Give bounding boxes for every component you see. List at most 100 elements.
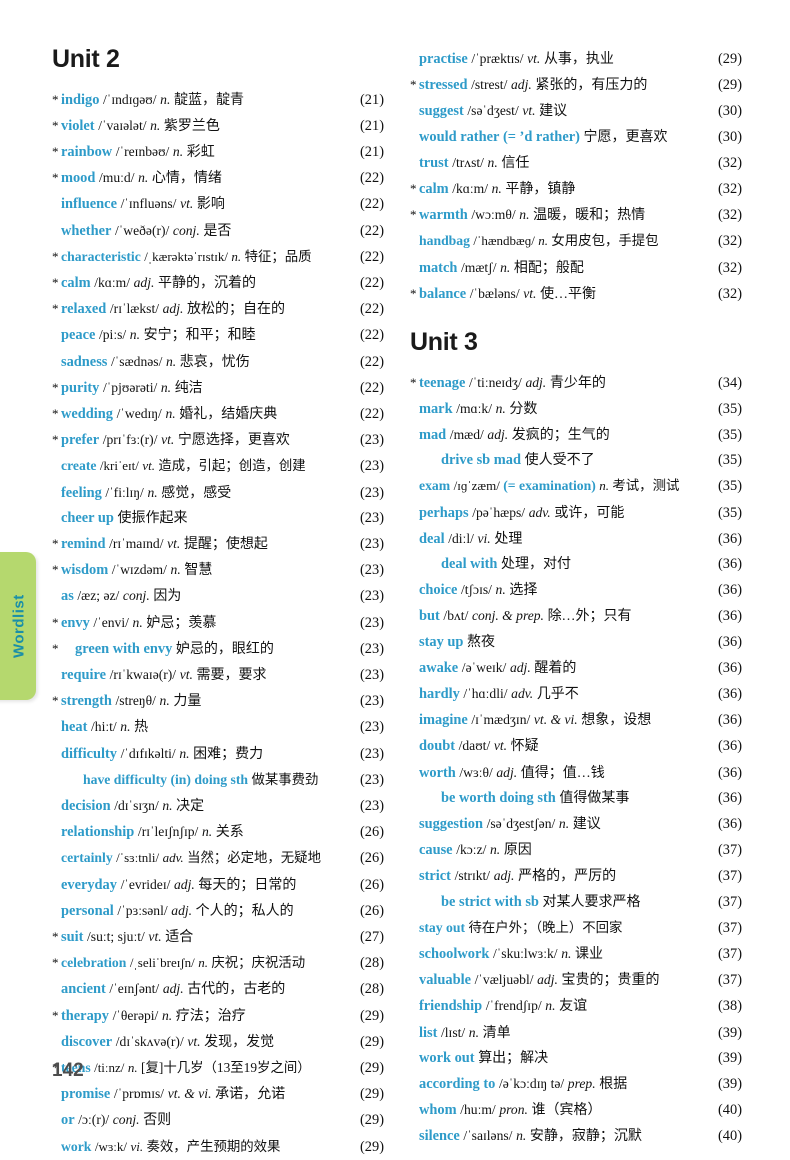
headword: personal (61, 902, 114, 919)
page-reference: (34) (718, 374, 742, 391)
wordlist-entry: * balance /ˈbæləns/ vt. 使…平衡 (32) (410, 281, 742, 307)
part-of-speech: n. (162, 797, 173, 813)
part-of-speech: vt. (523, 285, 537, 301)
entry-body: balance /ˈbæləns/ vt. 使…平衡 (419, 281, 713, 307)
chinese-gloss: 根据 (599, 1077, 628, 1093)
new-word-star: * (52, 535, 59, 551)
phonetic-transcription: /ˈenvi/ (93, 614, 129, 630)
part-of-speech: n. (165, 405, 176, 421)
wordlist-entry: * rainbow /ˈreɪnbəʊ/ n. 彩虹 (21) (52, 139, 384, 165)
headword: promise (61, 1086, 111, 1103)
phonetic-transcription: /wɜːk/ (94, 1138, 128, 1154)
part-of-speech: conj. & prep. (471, 608, 544, 624)
left-column: Unit 2 * indigo /ˈɪndɪɡəʊ/ n. 靛蓝，靛青 (21) * v… (52, 45, 384, 1160)
page-number: 142 (52, 1060, 84, 1081)
chinese-gloss: [复]十几岁（13至19岁之间） (141, 1060, 311, 1076)
headword: deal with (441, 555, 498, 572)
wordlist-entry: feeling /ˈfiːlɪŋ/ n. 感觉，感受 (23) (52, 480, 384, 506)
page-reference: (32) (718, 259, 742, 276)
page-reference: (38) (718, 998, 742, 1015)
wordlist-entry: * indigo /ˈɪndɪɡəʊ/ n. 靛蓝，靛青 (21) (52, 87, 384, 113)
entry-body: exam /ɪɡˈzæm/ (= examination) n. 考试，测试 (419, 473, 713, 498)
entry-body: according to /əˈkɔːdɪŋ tə/ prep. 根据 (419, 1071, 713, 1097)
entry-body: choice /tʃɔɪs/ n. 选择 (419, 577, 713, 603)
chinese-gloss: 相配；般配 (513, 260, 584, 276)
chinese-gloss: 使振作起来 (117, 510, 188, 526)
chinese-gloss: 妒忌的，眼红的 (175, 641, 274, 657)
entry-body: practise /ˈpræktɪs/ vt. 从事，执业 (419, 46, 713, 72)
page-reference: (26) (360, 824, 384, 841)
chinese-gloss: 靛蓝，靛青 (173, 92, 244, 108)
page-reference: (30) (718, 103, 742, 120)
headword: influence (61, 196, 117, 213)
part-of-speech: n. (490, 842, 501, 858)
new-word-star: * (52, 379, 59, 395)
phonetic-transcription: /ˈsædnəs/ (111, 353, 163, 369)
part-of-speech: n. (500, 259, 511, 275)
part-of-speech: adj. (487, 426, 509, 442)
chinese-gloss: 决定 (176, 798, 205, 814)
headword: doubt (419, 738, 455, 755)
phonetic-transcription: /ˈpɜːsənl/ (117, 902, 168, 918)
page-reference: (27) (360, 929, 384, 945)
page-reference: (29) (360, 1086, 384, 1103)
part-of-speech: vt. & vi. (533, 712, 578, 728)
phonetic-transcription: /ˈfiːlɪŋ/ (105, 484, 144, 500)
headword: imagine (419, 712, 468, 729)
right-entry-list-unit2: practise /ˈpræktɪs/ vt. 从事，执业 (29) * stress… (410, 46, 742, 307)
headword: suit (61, 929, 84, 945)
headword: heat (61, 719, 88, 736)
chinese-gloss: 友谊 (559, 999, 588, 1015)
wordlist-entry: * wedding /ˈwedɪŋ/ n. 婚礼，结婚庆典 (22) (52, 401, 384, 427)
chinese-gloss: 安静，寂静；沉默 (529, 1129, 642, 1145)
phonetic-transcription: /ˈhændbæɡ/ (473, 233, 535, 249)
page-reference: (22) (360, 379, 384, 396)
section-tab-wordlist: Wordlist (0, 552, 36, 700)
entry-body: be worth doing sth 值得做某事 (419, 786, 713, 811)
part-of-speech: n. (138, 170, 149, 186)
headword: but (419, 608, 440, 625)
entry-body: indigo /ˈɪndɪɡəʊ/ n. 靛蓝，靛青 (61, 87, 355, 113)
chinese-gloss: 想象，设想 (581, 713, 652, 729)
phonetic-transcription: /tiːnz/ (94, 1060, 125, 1076)
unit-heading-left: Unit 2 (52, 45, 120, 73)
chinese-gloss: 谁（宾格） (531, 1103, 602, 1119)
entry-body: as /æz; əz/ conj. 因为 (61, 583, 355, 609)
chinese-gloss: 从事，执业 (543, 52, 614, 67)
wordlist-entry: * relaxed /rɪˈlækst/ adj. 放松的；自在的 (22) (52, 296, 384, 322)
wordlist-entry: trust /trʌst/ n. 信任 (32) (410, 150, 742, 176)
page-reference: (26) (360, 876, 384, 893)
new-word-star: * (52, 405, 59, 421)
entry-body: awake /əˈweɪk/ adj. 醒着的 (419, 655, 713, 681)
chinese-gloss: 对某人要求严格 (542, 894, 641, 910)
page-reference: (36) (718, 659, 742, 676)
phonetic-transcription: /ˈsɜːtnli/ (116, 850, 160, 866)
page-reference: (36) (718, 608, 742, 625)
phonetic-transcription: /dɪˈskʌvə(r)/ (115, 1033, 184, 1049)
entry-body: green with envy 妒忌的，眼红的 (61, 637, 355, 662)
entry-body: peace /piːs/ n. 安宁；和平；和睦 (61, 322, 355, 348)
page-reference: (30) (718, 128, 742, 145)
entry-body: deal with 处理，对付 (419, 552, 713, 577)
phonetic-transcription: /ˈvaɪələt/ (98, 117, 147, 133)
page-reference: (22) (360, 222, 384, 239)
headword: discover (61, 1033, 113, 1050)
chinese-gloss: 悲哀，忧伤 (179, 354, 250, 370)
wordlist-entry: hardly /ˈhɑːdli/ adv. 几乎不 (36) (410, 681, 742, 707)
page-reference: (37) (718, 946, 742, 962)
phonetic-transcription: /səˈdʒest/ (467, 103, 519, 119)
entry-body: stay out 待在户外；（晚上）不回家 (419, 915, 713, 940)
phonetic-transcription: /mæd/ (449, 426, 484, 442)
entry-body: strength /streŋθ/ n. 力量 (61, 688, 355, 714)
page-reference: (32) (718, 181, 742, 198)
chinese-gloss: 适合 (165, 930, 194, 945)
phonetic-transcription: /lɪst/ (441, 1024, 466, 1040)
headword: silence (419, 1128, 460, 1145)
phonetic-transcription: /əˈkɔːdɪŋ tə/ (498, 1076, 565, 1092)
entry-body: strict /strɪkt/ adj. 严格的，严厉的 (419, 863, 713, 889)
entry-body: deal /diːl/ vi. 处理 (419, 526, 713, 552)
phonetic-transcription: /ˈprɒmɪs/ (113, 1086, 165, 1102)
entry-body: silence /ˈsaɪləns/ n. 安静，寂静；沉默 (419, 1123, 713, 1149)
part-of-speech: vi. (130, 1138, 144, 1154)
chinese-gloss: 造成，引起；创造，创建 (158, 458, 306, 474)
